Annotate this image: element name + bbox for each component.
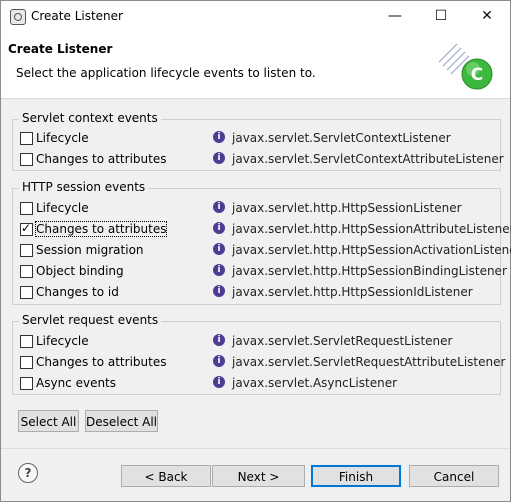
checkbox-label[interactable]: Object binding [36,264,124,278]
finish-button[interactable]: Finish [311,465,401,487]
checkbox-row: Async events i javax.servlet.AsyncListen… [20,374,496,392]
wizard-page-description: Select the application lifecycle events … [16,66,316,80]
wizard-header: Create Listener Select the application l… [1,32,510,99]
footer-separator [1,448,510,449]
object-binding-checkbox[interactable] [20,265,33,278]
context-lifecycle-checkbox[interactable] [20,132,33,145]
checkbox-label[interactable]: Changes to attributes [34,221,168,237]
context-attributes-checkbox[interactable] [20,153,33,166]
group-title: HTTP session events [19,180,149,194]
deselect-all-button[interactable]: Deselect All [85,410,158,432]
checkbox-row: Changes to attributes i javax.servlet.Se… [20,353,505,371]
checkbox-row: Session migration i javax.servlet.http.H… [20,241,511,259]
listener-class-name: javax.servlet.ServletRequestAttributeLis… [232,355,506,369]
group-title: Servlet context events [19,111,161,125]
checkbox-row: Object binding i javax.servlet.http.Http… [20,262,507,280]
checkbox-label[interactable]: Lifecycle [36,131,89,145]
session-attributes-checkbox[interactable] [20,221,33,236]
interface-info-icon: i [213,201,225,213]
checkbox-row: Lifecycle i javax.servlet.http.HttpSessi… [20,199,496,217]
session-migration-checkbox[interactable] [20,244,33,257]
help-icon[interactable]: ? [18,463,38,483]
minimize-button[interactable]: — [372,1,418,32]
listener-class-name: javax.servlet.http.HttpSessionAttributeL… [232,222,511,236]
select-all-button[interactable]: Select All [18,410,79,432]
listener-class-name: javax.servlet.ServletContextAttributeLis… [232,152,504,166]
eclipse-app-icon [10,9,26,25]
window-title: Create Listener [31,9,123,23]
servlet-request-events-group: Servlet request events Lifecycle i javax… [12,313,505,395]
interface-info-icon: i [213,285,225,297]
group-title: Servlet request events [19,313,162,327]
interface-info-icon: i [213,152,225,164]
checkbox-row: Lifecycle i javax.servlet.ServletRequest… [20,332,496,350]
interface-info-icon: i [213,131,225,143]
checkbox-label[interactable]: Changes to attributes [36,152,166,166]
listener-class-name: javax.servlet.http.HttpSessionActivation… [232,243,511,257]
checkbox-label[interactable]: Session migration [36,243,144,257]
servlet-context-events-group: Servlet context events Lifecycle i javax… [12,111,504,171]
listener-class-name: javax.servlet.AsyncListener [232,376,398,390]
checkbox-row: Changes to attributes i javax.servlet.Se… [20,150,504,168]
close-button[interactable]: ✕ [464,1,510,32]
interface-info-icon: i [213,222,225,234]
checkbox-label[interactable]: Async events [36,376,116,390]
checkbox-label[interactable]: Changes to id [36,285,119,299]
next-button[interactable]: Next > [212,465,305,487]
checkbox-row: Changes to id i javax.servlet.http.HttpS… [20,283,496,301]
listener-class-name: javax.servlet.ServletRequestListener [232,334,453,348]
maximize-button[interactable]: ☐ [418,1,464,32]
session-lifecycle-checkbox[interactable] [20,202,33,215]
create-class-banner-icon: C [438,43,493,90]
checkbox-label[interactable]: Lifecycle [36,201,89,215]
interface-info-icon: i [213,334,225,346]
title-bar: Create Listener — ☐ ✕ [1,1,510,32]
create-listener-dialog: Create Listener — ☐ ✕ Create Listener Se… [0,0,511,502]
checkbox-row: Lifecycle i javax.servlet.ServletContext… [20,129,496,147]
listener-class-name: javax.servlet.http.HttpSessionListener [232,201,462,215]
interface-info-icon: i [213,243,225,255]
interface-info-icon: i [213,355,225,367]
listener-class-name: javax.servlet.http.HttpSessionIdListener [232,285,473,299]
request-attributes-checkbox[interactable] [20,356,33,369]
interface-info-icon: i [213,376,225,388]
back-button[interactable]: < Back [121,465,211,487]
request-lifecycle-checkbox[interactable] [20,335,33,348]
checkbox-row: Changes to attributes i javax.servlet.ht… [20,220,511,238]
http-session-events-group: HTTP session events Lifecycle i javax.se… [12,180,511,305]
checkbox-label[interactable]: Lifecycle [36,334,89,348]
wizard-page-title: Create Listener [8,42,113,56]
cancel-button[interactable]: Cancel [409,465,499,487]
svg-text:C: C [471,65,483,85]
interface-info-icon: i [213,264,225,276]
listener-class-name: javax.servlet.http.HttpSessionBindingLis… [232,264,507,278]
async-events-checkbox[interactable] [20,377,33,390]
changes-to-id-checkbox[interactable] [20,286,33,299]
checkbox-label[interactable]: Changes to attributes [36,355,166,369]
listener-class-name: javax.servlet.ServletContextListener [232,131,451,145]
